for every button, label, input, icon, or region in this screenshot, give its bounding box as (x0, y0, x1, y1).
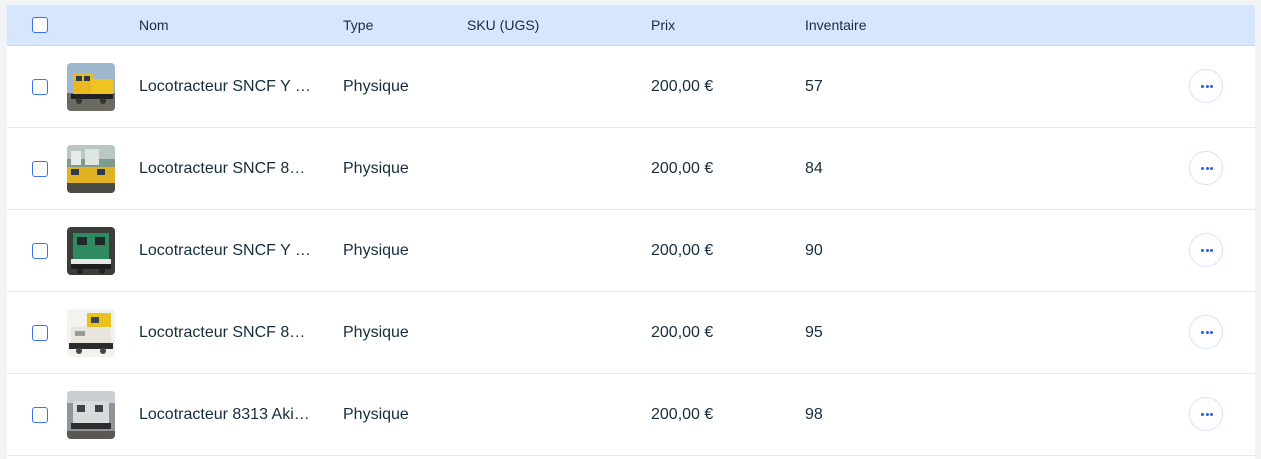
product-price: 200,00 € (651, 406, 714, 423)
select-all-checkbox[interactable] (32, 17, 48, 33)
more-actions-button[interactable] (1189, 315, 1223, 349)
more-horizontal-icon (1201, 249, 1204, 252)
column-header-type[interactable]: Type (343, 5, 373, 45)
product-inventory: 98 (805, 406, 823, 423)
products-page: Nom Type SKU (UGS) Prix Inventaire Locot… (0, 0, 1261, 459)
product-inventory: 84 (805, 160, 823, 177)
product-name[interactable]: Locotracteur SNCF 8… (139, 128, 321, 209)
more-horizontal-icon (1201, 85, 1204, 88)
product-inventory: 95 (805, 324, 823, 341)
product-price: 200,00 € (651, 324, 714, 341)
more-dot (1205, 167, 1209, 170)
product-thumbnail (67, 227, 115, 275)
product-thumbnail (67, 391, 115, 439)
product-type: Physique (343, 160, 409, 177)
column-header-sku[interactable]: SKU (UGS) (467, 5, 539, 45)
more-actions-button[interactable] (1189, 233, 1223, 267)
more-dot (1205, 331, 1209, 334)
product-type: Physique (343, 242, 409, 259)
more-horizontal-icon (1201, 167, 1204, 170)
table-header: Nom Type SKU (UGS) Prix Inventaire (7, 5, 1255, 46)
row-checkbox[interactable] (32, 407, 48, 423)
more-dot (1205, 249, 1209, 252)
product-type: Physique (343, 324, 409, 341)
more-dot (1210, 167, 1213, 170)
more-dot (1205, 413, 1209, 416)
more-horizontal-icon (1201, 413, 1204, 416)
table-row[interactable]: Locotracteur SNCF 8… Physique 200,00 € 9… (7, 292, 1255, 374)
more-horizontal-icon (1201, 331, 1204, 334)
products-table: Nom Type SKU (UGS) Prix Inventaire Locot… (7, 5, 1255, 459)
row-checkbox[interactable] (32, 79, 48, 95)
table-row[interactable]: Locotracteur SNCF 8… Physique 200,00 € 8… (7, 128, 1255, 210)
column-header-price[interactable]: Prix (651, 5, 675, 45)
column-header-inventory[interactable]: Inventaire (805, 5, 866, 45)
product-type: Physique (343, 406, 409, 423)
product-name[interactable]: Locotracteur 8313 Aki… (139, 374, 321, 455)
table-row[interactable]: Locotracteur 8313 Aki… Physique 200,00 €… (7, 374, 1255, 456)
product-price: 200,00 € (651, 160, 714, 177)
table-row[interactable]: Locotracteur SNCF Y … Physique 200,00 € … (7, 46, 1255, 128)
more-dot (1210, 331, 1213, 334)
product-inventory: 90 (805, 242, 823, 259)
row-checkbox[interactable] (32, 243, 48, 259)
product-name[interactable]: Locotracteur SNCF Y … (139, 46, 321, 127)
more-actions-button[interactable] (1189, 69, 1223, 103)
product-name[interactable]: Locotracteur SNCF 8… (139, 292, 321, 373)
product-inventory: 57 (805, 78, 823, 95)
more-dot (1210, 85, 1213, 88)
row-checkbox[interactable] (32, 161, 48, 177)
product-name[interactable]: Locotracteur SNCF Y … (139, 210, 321, 291)
more-actions-button[interactable] (1189, 151, 1223, 185)
more-dot (1205, 85, 1209, 88)
product-thumbnail (67, 63, 115, 111)
more-dot (1210, 249, 1213, 252)
row-checkbox[interactable] (32, 325, 48, 341)
more-dot (1210, 413, 1213, 416)
product-price: 200,00 € (651, 78, 714, 95)
column-header-name[interactable]: Nom (139, 5, 169, 45)
product-type: Physique (343, 78, 409, 95)
table-row[interactable]: Locotracteur SNCF Y … Physique 200,00 € … (7, 210, 1255, 292)
product-thumbnail (67, 145, 115, 193)
product-price: 200,00 € (651, 242, 714, 259)
product-thumbnail (67, 309, 115, 357)
more-actions-button[interactable] (1189, 397, 1223, 431)
